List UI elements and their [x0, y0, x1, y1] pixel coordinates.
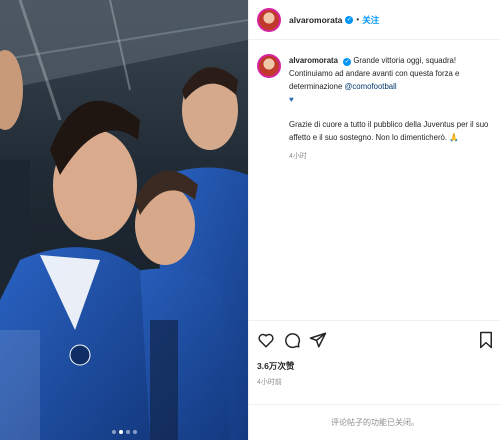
action-bar — [249, 320, 500, 360]
heart-icon[interactable] — [257, 331, 275, 349]
carousel-dots — [0, 430, 248, 434]
verified-badge-icon: ✓ — [343, 58, 352, 66]
caption: alvaromorata ✓ Grande vittoria oggi, squ… — [289, 54, 489, 163]
post-image-illustration — [0, 0, 248, 440]
caption-text-line2: Grazie di cuore a tutto il pubblico dell… — [289, 120, 489, 142]
comments-disabled-notice: 评论帖子的功能已关闭。 — [331, 418, 419, 427]
share-icon[interactable] — [309, 331, 327, 349]
follow-button[interactable]: 关注 — [362, 14, 379, 26]
verified-badge-icon: ✓ — [345, 15, 354, 24]
carousel-dot — [111, 430, 116, 434]
bookmark-icon[interactable] — [477, 331, 495, 349]
carousel-dot — [125, 430, 130, 434]
post-header: alvaromorata ✓ • 关注 — [249, 0, 500, 40]
carousel-dot — [132, 430, 137, 434]
post-photo[interactable] — [0, 0, 248, 440]
comment-icon[interactable] — [283, 331, 301, 349]
caption-time: 4小时 — [289, 153, 307, 160]
caption-section: alvaromorata ✓ Grande vittoria oggi, squ… — [249, 40, 500, 163]
avatar[interactable] — [257, 54, 281, 78]
comment-bar: 评论帖子的功能已关闭。 — [249, 404, 500, 440]
caption-row: alvaromorata ✓ Grande vittoria oggi, squ… — [257, 54, 491, 163]
separator: • — [356, 15, 360, 24]
carousel-dot-active — [118, 430, 123, 434]
username[interactable]: alvaromorata — [289, 15, 342, 25]
post-timestamp: 4小时前 — [257, 379, 282, 386]
avatar[interactable] — [257, 7, 281, 32]
heart-emoji: ♥ — [289, 95, 294, 104]
caption-username[interactable]: alvaromorata — [289, 56, 338, 65]
likes-count[interactable]: 3.6万次赞 — [257, 360, 294, 372]
post-side-panel: alvaromorata ✓ • 关注 alvaromorata ✓ Grand… — [248, 0, 500, 440]
mention-link[interactable]: @comofootball — [344, 82, 396, 91]
